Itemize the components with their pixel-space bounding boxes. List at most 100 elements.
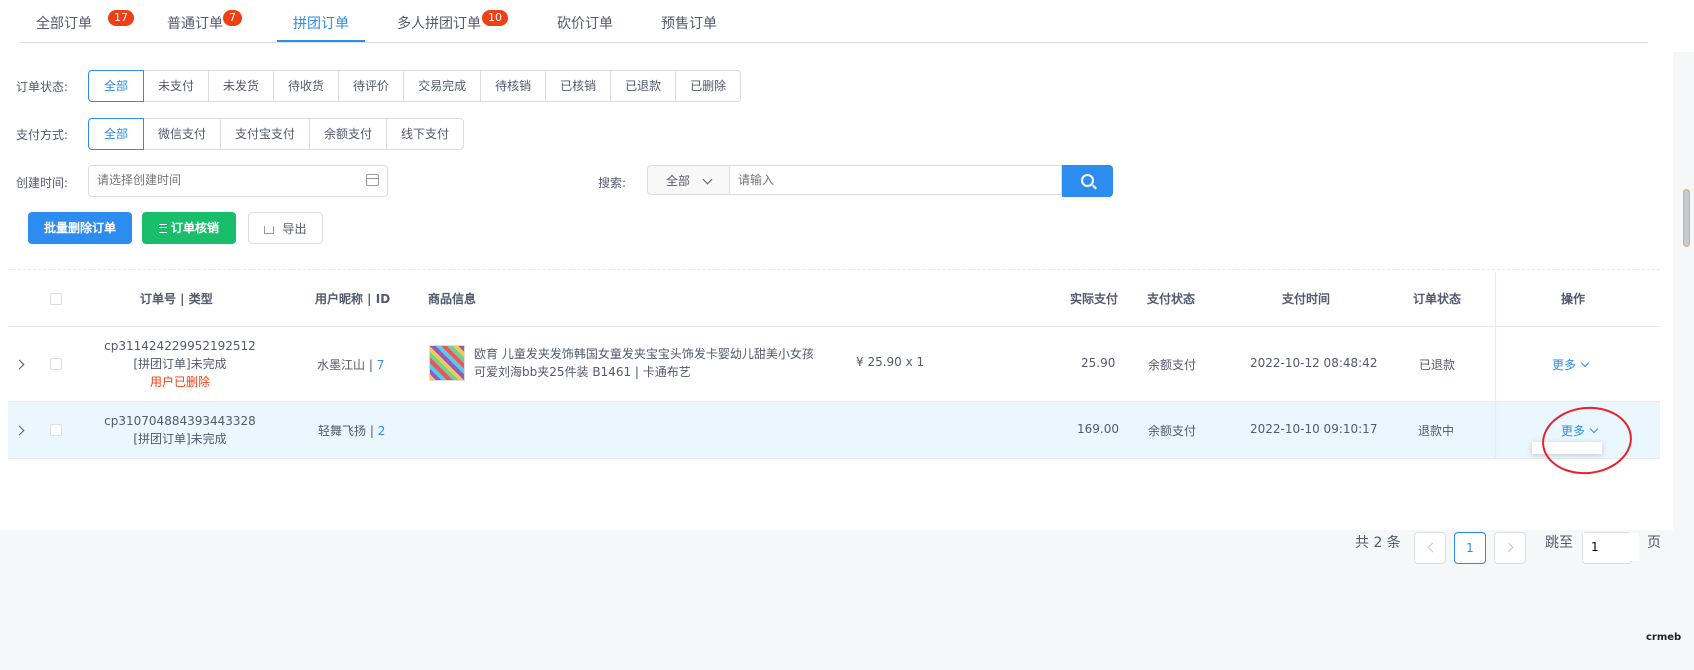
more-label: 更多: [1552, 358, 1577, 372]
order-status-filter: 全部 未支付 未发货 待收货 待评价 交易完成 待核销 已核销 已退款 已删除: [88, 70, 742, 102]
tab-label: 砍价订单: [557, 16, 613, 32]
tab-presale-orders[interactable]: 预售订单: [661, 13, 717, 42]
pay-time: 2022-10-12 08:48:42: [1250, 356, 1378, 370]
paid-amount: 25.90: [1081, 356, 1116, 370]
tab-label: 多人拼团订单: [397, 16, 481, 32]
export-icon: [264, 226, 275, 234]
order-no-cell: cp310704884393443328 [拼团订单]未完成: [100, 412, 260, 448]
pay-option-balance[interactable]: 余额支付: [309, 118, 388, 150]
count-badge: 7: [223, 10, 242, 26]
jump-label: 跳至: [1545, 535, 1573, 551]
count-badge: 10: [482, 10, 508, 26]
export-button[interactable]: 导出: [248, 212, 323, 244]
row-checkbox[interactable]: [50, 424, 62, 436]
order-number: cp311424229952192512: [104, 339, 256, 353]
search-field[interactable]: [729, 165, 1062, 195]
paid-amount: 169.00: [1077, 422, 1119, 436]
col-product: 商品信息: [428, 292, 477, 306]
chevron-right-icon: [1503, 542, 1513, 553]
batch-delete-button[interactable]: 批量删除订单: [28, 212, 132, 244]
search-button[interactable]: [1062, 165, 1113, 197]
brand-logo: crmeb: [1646, 632, 1682, 643]
order-verify-label: 订单核销: [170, 221, 219, 235]
pay-time: 2022-10-10 09:10:17: [1250, 422, 1378, 436]
tabs-bar: 全部订单 17 普通订单 7 拼团订单 多人拼团订单 10 砍价订单 预售订单: [0, 0, 1694, 52]
col-pay-time: 支付时间: [1282, 292, 1331, 306]
product-name-line-1: 欧育 儿童发夹发饰韩国女童发夹宝宝头饰发卡婴幼儿甜美小女孩: [474, 347, 814, 361]
status-option-deleted[interactable]: 已删除: [675, 70, 742, 102]
status-option-refunded[interactable]: 已退款: [610, 70, 677, 102]
order-type-tabs: 全部订单 17 普通订单 7 拼团订单 多人拼团订单 10 砍价订单 预售订单: [20, 0, 1648, 43]
status-option-verified[interactable]: 已核销: [545, 70, 612, 102]
tab-label: 全部订单: [36, 16, 92, 32]
user-sep: |: [366, 424, 378, 438]
status-option-all[interactable]: 全部: [88, 70, 144, 102]
pay-option-wechat[interactable]: 微信支付: [143, 118, 222, 150]
count-badge: 17: [108, 10, 134, 26]
product-thumbnail[interactable]: [429, 345, 465, 381]
fixed-column-divider: [1495, 272, 1496, 458]
pay-option-offline[interactable]: 线下支付: [386, 118, 465, 150]
col-user: 用户昵称 | ID: [315, 292, 391, 306]
jump-page-input[interactable]: [1583, 533, 1639, 561]
order-type: [拼团订单]未完成: [133, 432, 227, 446]
page-unit-label: 页: [1647, 535, 1661, 551]
tab-all-orders[interactable]: 全部订单 17: [36, 10, 134, 42]
more-dropdown-menu[interactable]: [1532, 442, 1602, 454]
status-option-completed[interactable]: 交易完成: [403, 70, 482, 102]
order-status: 已退款: [1419, 358, 1456, 372]
prev-page-button[interactable]: [1414, 532, 1446, 564]
vertical-scrollbar[interactable]: [1683, 189, 1690, 247]
col-paid: 实际支付: [1070, 292, 1119, 306]
jump-page-field[interactable]: [1582, 532, 1639, 564]
tab-label: 普通订单: [167, 16, 223, 32]
tab-group-orders[interactable]: 拼团订单: [277, 13, 365, 42]
create-time-input[interactable]: [89, 166, 355, 194]
user-id[interactable]: 7: [377, 358, 385, 372]
total-count: 共 2 条: [1355, 535, 1401, 551]
col-order-no: 订单号 | 类型: [140, 292, 213, 306]
expand-icon[interactable]: [14, 425, 25, 436]
tab-label: 预售订单: [661, 16, 717, 32]
order-panel: 订单状态: 全部 未支付 未发货 待收货 待评价 交易完成 待核销 已核销 已退…: [0, 52, 1673, 564]
tab-label: 拼团订单: [293, 16, 349, 32]
pay-option-alipay[interactable]: 支付宝支付: [220, 118, 311, 150]
table-header: 订单号 | 类型 用户昵称 | ID 商品信息 实际支付 支付状态 支付时间 订…: [8, 272, 1660, 327]
status-option-unshipped[interactable]: 未发货: [208, 70, 275, 102]
table-row: cp311424229952192512 [拼团订单]未完成 用户已删除 水墨江…: [8, 327, 1660, 402]
create-time-picker[interactable]: [88, 165, 388, 197]
pay-option-all[interactable]: 全部: [88, 118, 144, 150]
user-nickname: 轻舞飞扬: [318, 424, 367, 438]
expand-icon[interactable]: [14, 359, 25, 370]
status-option-to-receive[interactable]: 待收货: [273, 70, 340, 102]
create-time-label: 创建时间:: [16, 176, 69, 190]
product-name-line-2: 可爱刘海bb夹25件装 B1461 | 卡通布艺: [474, 365, 691, 379]
search-scope-select[interactable]: 全部: [647, 165, 729, 195]
select-all-checkbox[interactable]: [50, 293, 62, 305]
tab-bargain-orders[interactable]: 砍价订单: [557, 13, 613, 42]
calendar-icon[interactable]: [366, 174, 379, 186]
batch-delete-label: 批量删除订单: [43, 221, 116, 235]
deleted-note: 用户已删除: [149, 375, 210, 389]
more-dropdown[interactable]: 更多: [1561, 422, 1599, 439]
tab-multi-group-orders[interactable]: 多人拼团订单 10: [397, 10, 508, 42]
list-icon: [158, 224, 167, 233]
status-option-to-review[interactable]: 待评价: [338, 70, 405, 102]
search-label: 搜索:: [598, 176, 627, 190]
order-verify-button[interactable]: 订单核销: [142, 212, 236, 244]
tab-normal-orders[interactable]: 普通订单 7: [167, 10, 242, 42]
status-option-to-verify[interactable]: 待核销: [480, 70, 547, 102]
page-1-button[interactable]: 1: [1454, 532, 1486, 564]
order-number: cp310704884393443328: [104, 414, 256, 428]
user-id[interactable]: 2: [378, 424, 386, 438]
chevron-left-icon: [1427, 542, 1437, 553]
search-scope-value: 全部: [665, 174, 690, 188]
more-dropdown[interactable]: 更多: [1552, 356, 1590, 373]
search-input[interactable]: [730, 166, 1056, 194]
col-pay-status: 支付状态: [1147, 292, 1196, 306]
status-option-unpaid[interactable]: 未支付: [143, 70, 210, 102]
next-page-button[interactable]: [1494, 532, 1526, 564]
divider: [8, 269, 1660, 270]
row-checkbox[interactable]: [50, 358, 62, 370]
user-sep: |: [365, 358, 377, 372]
